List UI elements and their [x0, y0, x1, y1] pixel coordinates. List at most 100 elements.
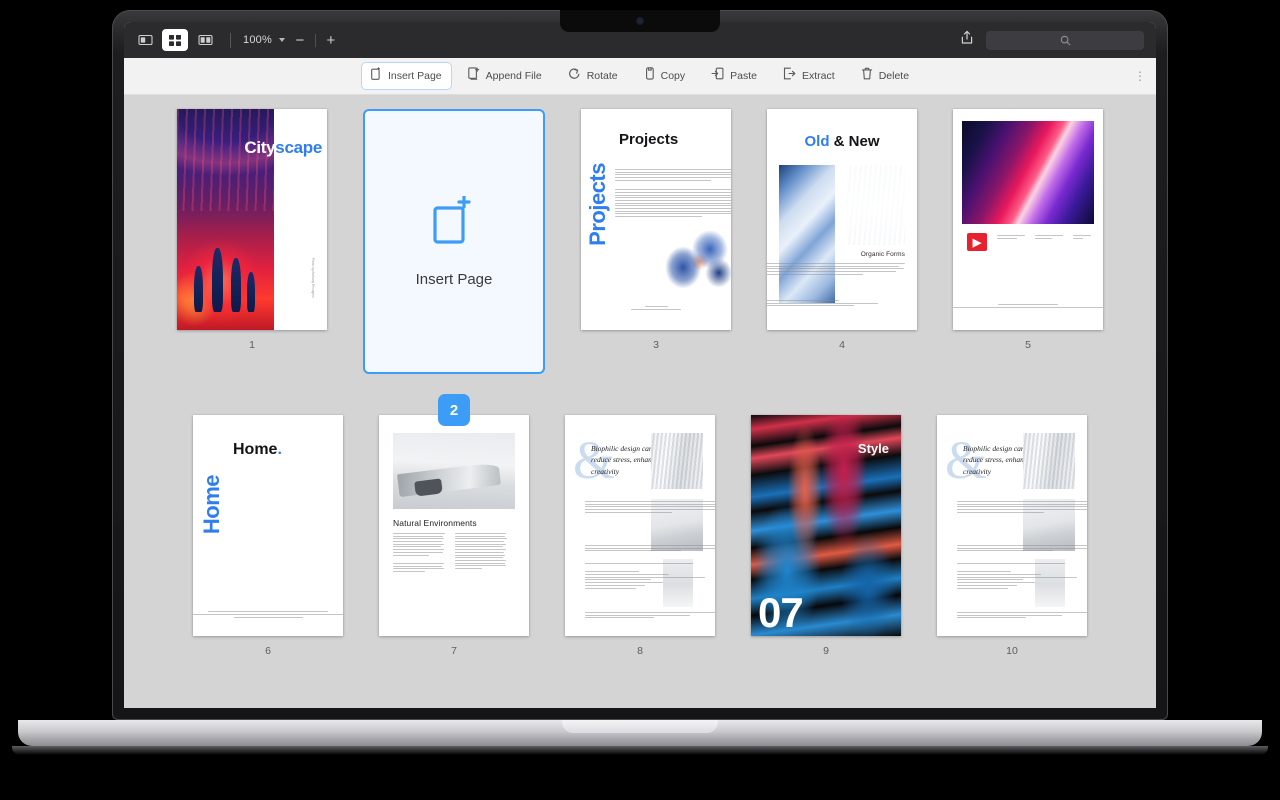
search-input[interactable]: [986, 30, 1144, 50]
rotate-icon: [568, 67, 581, 85]
paste-label: Paste: [730, 70, 757, 82]
organic-forms-photo-right: [847, 165, 905, 245]
page-number-5: 5: [1025, 339, 1031, 351]
insert-page-card[interactable]: Insert Page: [363, 109, 545, 374]
extract-button[interactable]: Extract: [773, 62, 845, 90]
search-icon: [1060, 35, 1070, 45]
page-cell-1: Cityscape Photo by Anthony Reungère 1: [177, 109, 327, 395]
page-thumbnail-4[interactable]: Old & New Organic Forms: [767, 109, 917, 330]
page-thumbnail-6[interactable]: Home. Home: [193, 415, 343, 636]
page-cell-3: Projects Projects 3: [581, 109, 731, 395]
arch-ceiling-detail: [177, 109, 274, 211]
rotate-button[interactable]: Rotate: [558, 62, 628, 90]
insert-page-card-label: Insert Page: [415, 270, 493, 288]
paste-icon: [711, 67, 724, 85]
titlebar-right-group: [960, 30, 1144, 50]
page-3-footer: [631, 306, 681, 312]
delete-label: Delete: [878, 70, 910, 82]
page-1-title-blue: scape: [275, 138, 322, 157]
append-file-button[interactable]: Append File: [458, 62, 552, 90]
thumbnail-row-1: Cityscape Photo by Anthony Reungère 1 In…: [150, 109, 1130, 395]
airplane-wing-photo: [393, 433, 515, 509]
laptop-notch: [560, 10, 720, 32]
page-thumbnail-7[interactable]: Natural Environments: [379, 415, 529, 636]
zoom-in-button[interactable]: +: [323, 33, 339, 48]
page-1-title-white: City: [244, 138, 276, 157]
page-4-body-text: [767, 263, 905, 276]
toolbar-overflow-button[interactable]: ⋮: [1134, 69, 1147, 83]
page-number-3: 3: [653, 339, 659, 351]
page-1-title: Cityscape: [244, 138, 322, 158]
laptop-base-notch: [562, 720, 718, 733]
page-actions-toolbar: Insert Page Append File Rotate Copy Past…: [124, 58, 1156, 95]
zoom-out-button[interactable]: −: [292, 33, 308, 48]
page-number-6: 6: [265, 645, 271, 657]
page-3-title: Projects: [619, 131, 679, 148]
laptop-screen: 100% − + Insert Page Append File Rotate …: [124, 22, 1156, 708]
append-file-icon: [467, 67, 480, 85]
rotate-label: Rotate: [586, 70, 618, 82]
share-icon[interactable]: [960, 30, 974, 50]
page-8-body-2: [585, 545, 715, 553]
blue-ink-artwork: [661, 224, 731, 294]
page-thumbnail-5[interactable]: ▶: [953, 109, 1103, 330]
page-cell-7: 2 Natural Environments 7: [379, 394, 529, 657]
page-8-contact: [585, 611, 715, 620]
page-8-body-1: [585, 501, 715, 514]
thumbnail-grid-view-icon[interactable]: [162, 29, 188, 51]
page-9-big-number: 07: [758, 589, 804, 636]
page-thumbnail-1[interactable]: Cityscape Photo by Anthony Reungère: [177, 109, 327, 330]
extract-icon: [783, 67, 796, 85]
page-4-subtitle: Organic Forms: [860, 251, 905, 258]
page-8-list: [585, 563, 715, 590]
blue-landscape-photo: [230, 461, 331, 573]
zoom-level-value: 100%: [243, 34, 272, 46]
page-3-body-text: [615, 169, 731, 219]
copy-icon: [644, 67, 655, 85]
engine-shape: [414, 478, 443, 497]
abstract-light-photo: [962, 121, 1094, 224]
page-10-photo-top: [1023, 433, 1075, 489]
laptop-base: [18, 720, 1262, 746]
drag-position-badge: 2: [438, 394, 470, 426]
page-4-footer-text: [767, 299, 905, 308]
page-thumbnail-8[interactable]: & Biophilic design can reduce stress, en…: [565, 415, 715, 636]
page-number-7: 7: [451, 645, 457, 657]
page-thumbnail-9[interactable]: Style 07: [751, 415, 901, 636]
page-4-title: Old & New: [804, 133, 879, 150]
extract-label: Extract: [802, 70, 835, 82]
insert-page-cell: Insert Page: [363, 109, 545, 395]
page-cell-4: Old & New Organic Forms 4: [767, 109, 917, 395]
page-number-8: 8: [637, 645, 643, 657]
page-plus-icon: [433, 194, 475, 249]
page-cell-5: ▶ 5: [953, 109, 1103, 395]
page-4-title-dark: & New: [833, 133, 880, 150]
copy-button[interactable]: Copy: [634, 62, 696, 90]
page-1-side-note: Photo by Anthony Reungère: [311, 258, 315, 298]
two-page-view-icon[interactable]: [192, 29, 218, 51]
laptop-base-shadow: [12, 746, 1268, 755]
page-6-title: Home.: [233, 441, 282, 459]
page-cell-9: Style 07 9: [751, 415, 901, 657]
page-10-body-2: [957, 545, 1087, 553]
page-thumbnail-3[interactable]: Projects Projects: [581, 109, 731, 330]
page-7-title: Natural Environments: [393, 518, 477, 528]
delete-button[interactable]: Delete: [851, 62, 919, 90]
page-cell-8: & Biophilic design can reduce stress, en…: [565, 415, 715, 657]
laptop-frame: 100% − + Insert Page Append File Rotate …: [112, 10, 1168, 720]
page-6-title-dot: .: [277, 441, 282, 458]
insert-page-label: Insert Page: [387, 70, 442, 82]
page-cell-10: & Biophilic design can reduce stress, en…: [937, 415, 1087, 657]
single-page-view-icon[interactable]: [132, 29, 158, 51]
page-7-columns: [393, 533, 515, 574]
page-7-wrapper: 2 Natural Environments: [379, 394, 529, 636]
page-8-photo-top: [651, 433, 703, 489]
paste-button[interactable]: Paste: [701, 62, 767, 90]
chevron-down-icon[interactable]: [278, 38, 285, 42]
insert-page-button[interactable]: Insert Page: [360, 62, 452, 90]
page-number-9: 9: [823, 645, 829, 657]
page-number-4: 4: [839, 339, 845, 351]
page-thumbnail-canvas: Cityscape Photo by Anthony Reungère 1 In…: [124, 95, 1156, 708]
page-thumbnail-10[interactable]: & Biophilic design can reduce stress, en…: [937, 415, 1087, 636]
silhouette-figures: [177, 237, 274, 313]
